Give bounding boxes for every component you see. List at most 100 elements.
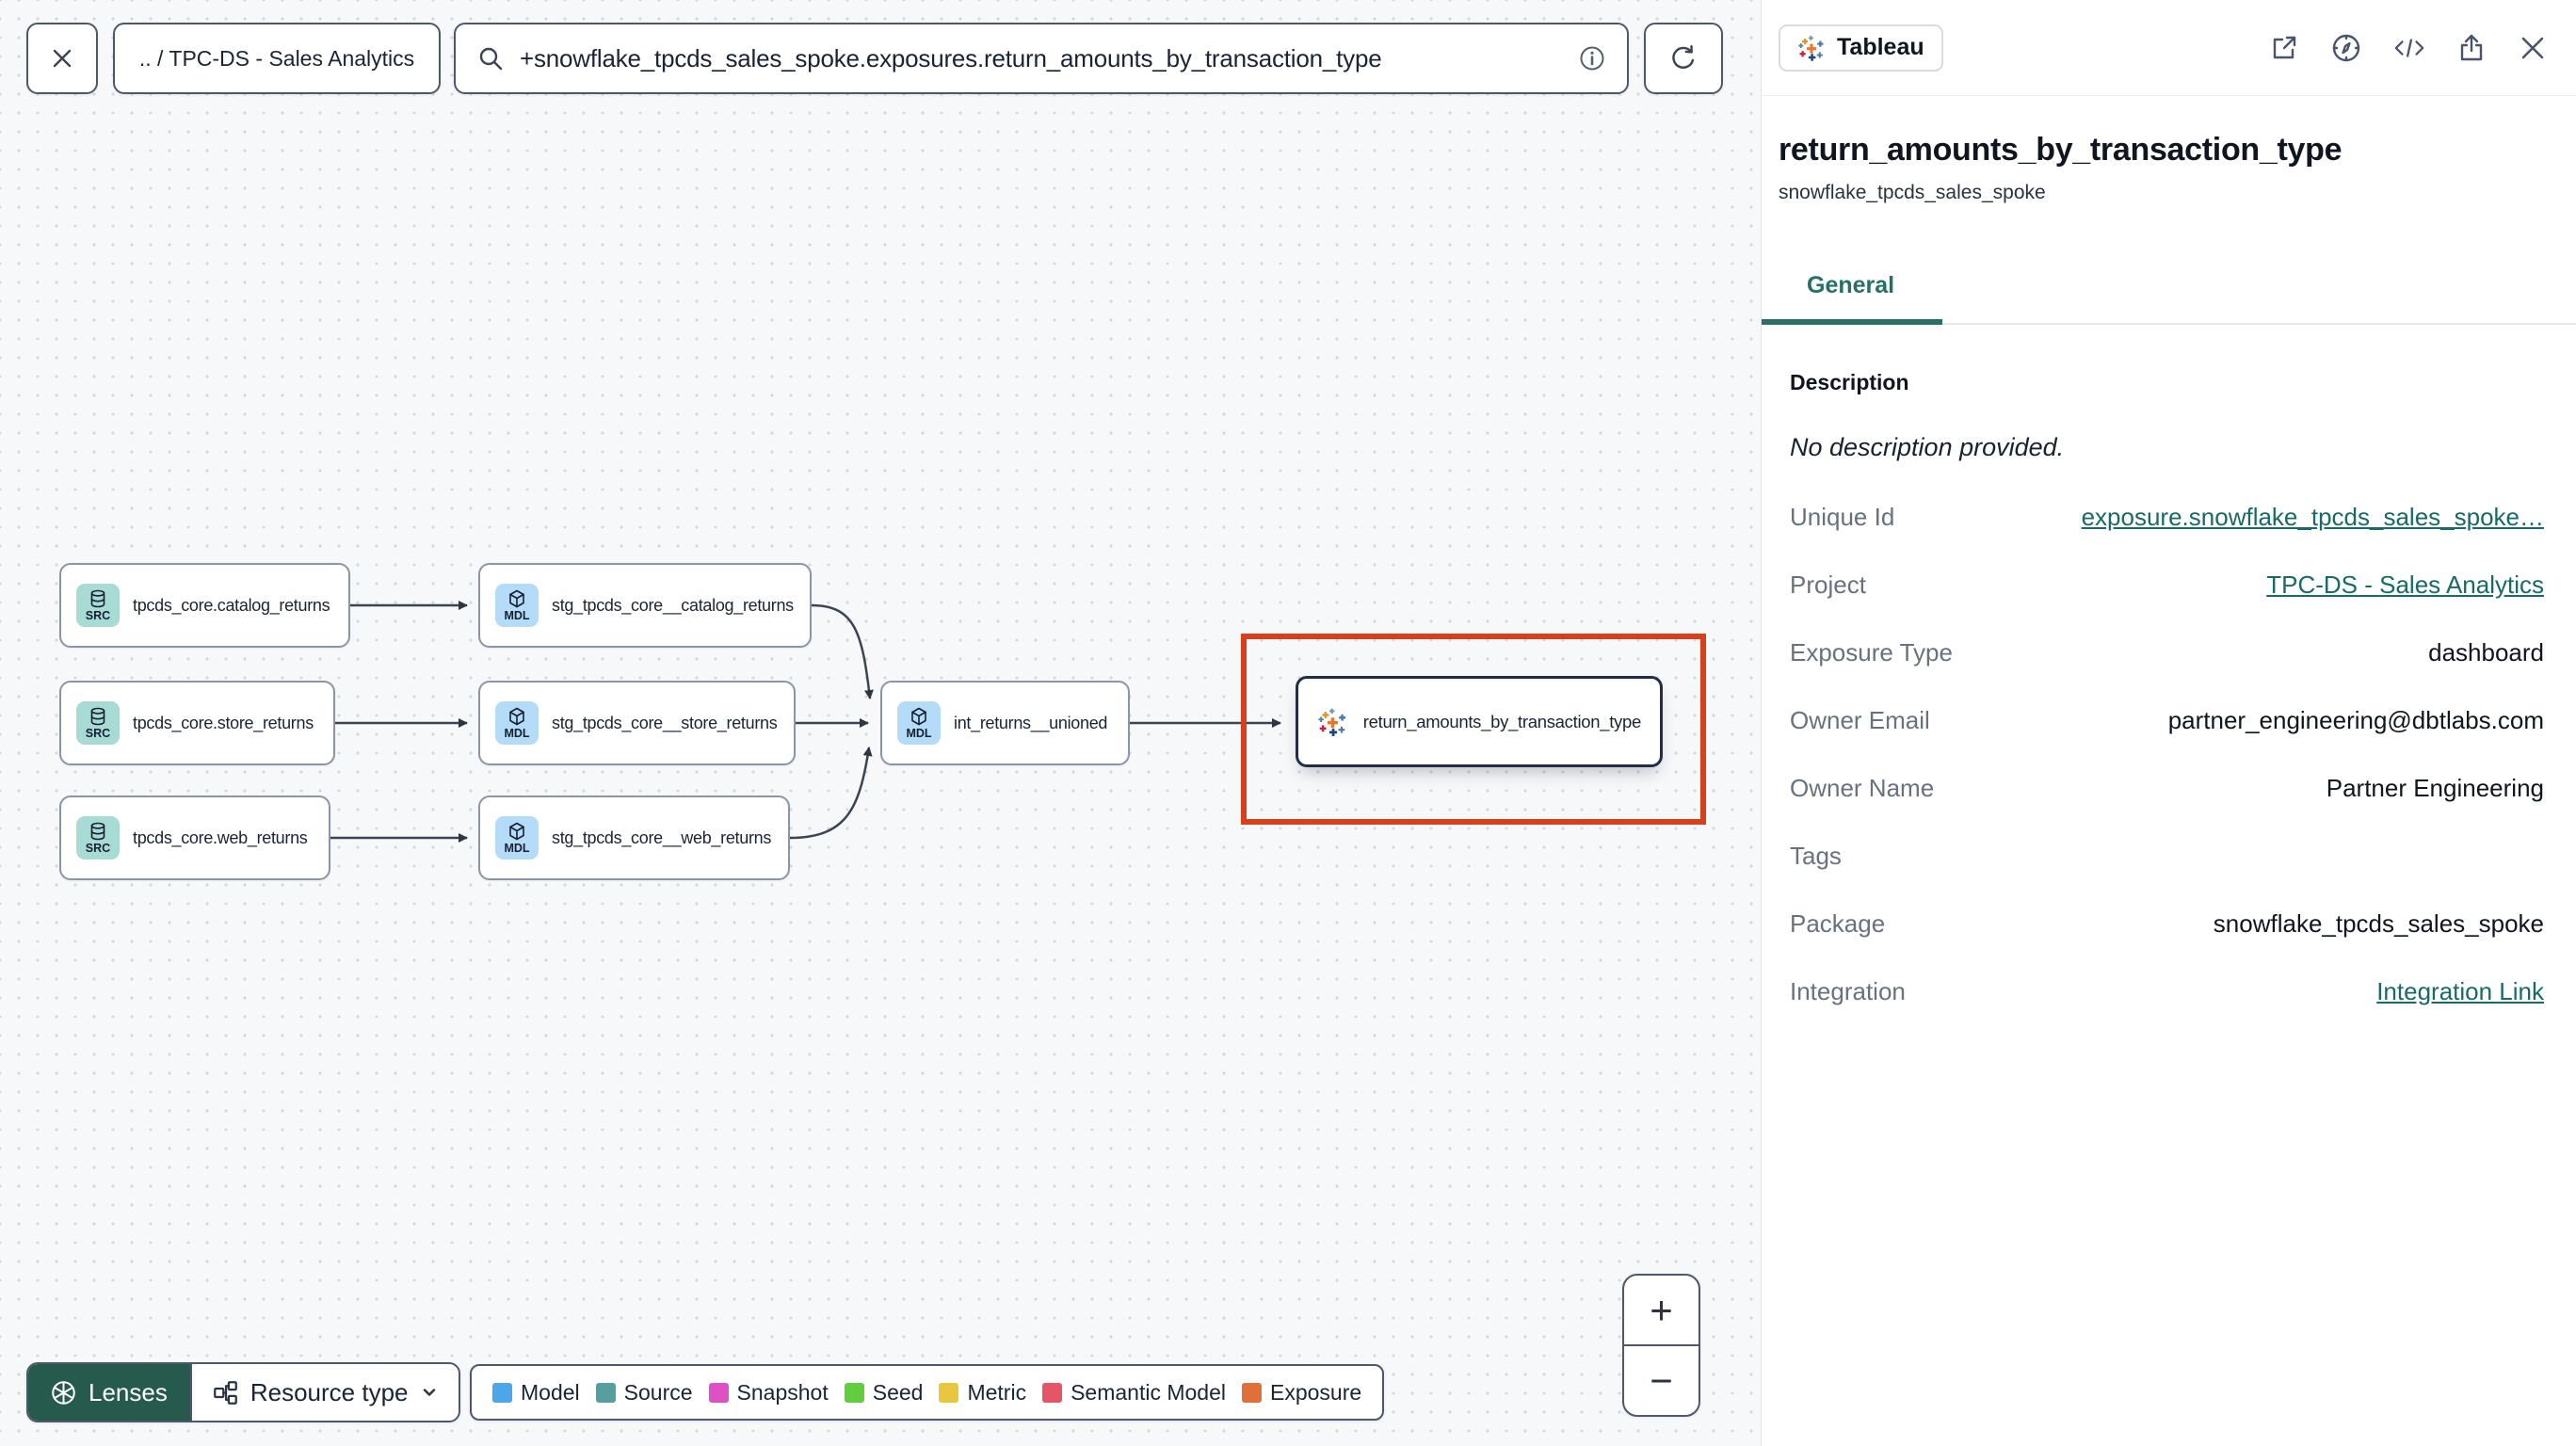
field-label: Exposure Type xyxy=(1790,637,1953,667)
badge-label: SRC xyxy=(85,726,111,740)
panel-body: Description No description provided. Uni… xyxy=(1762,370,2576,1025)
seed-swatch xyxy=(844,1382,864,1403)
legend-item-source: Source xyxy=(595,1380,693,1406)
breadcrumb[interactable]: .. / TPC-DS - Sales Analytics xyxy=(113,23,441,94)
description-empty-text: No description provided. xyxy=(1790,433,2065,461)
node-source-web-returns[interactable]: SRC tpcds_core.web_returns xyxy=(59,795,330,880)
external-link-icon xyxy=(2273,36,2296,58)
cube-icon xyxy=(911,707,926,725)
exposure-type-value: dashboard xyxy=(2428,637,2544,667)
info-icon[interactable] xyxy=(1578,44,1606,72)
chevron-down-icon xyxy=(423,1389,435,1396)
source-swatch xyxy=(595,1382,616,1403)
semantic-model-swatch xyxy=(1042,1382,1063,1403)
description-heading: Description xyxy=(1790,370,1909,394)
node-label: return_amounts_by_transaction_type xyxy=(1362,711,1642,731)
unique-id-link[interactable]: exposure.snowflake_tpcds_sales_spoke… xyxy=(2082,503,2544,532)
node-label: stg_tpcds_core__store_returns xyxy=(552,713,778,732)
tableau-badge[interactable]: Tableau xyxy=(1779,24,1943,72)
legend-label: Seed xyxy=(872,1379,924,1405)
field-label: Integration xyxy=(1790,976,1906,1005)
legend-label: Semantic Model xyxy=(1071,1379,1226,1405)
database-icon xyxy=(90,707,105,725)
project-link[interactable]: TPC-DS - Sales Analytics xyxy=(2266,570,2544,600)
badge-label: MDL xyxy=(504,608,530,622)
search-icon xyxy=(479,47,503,71)
close-icon xyxy=(53,49,72,68)
resource-type-dropdown[interactable]: Resource type xyxy=(189,1364,459,1421)
lenses-button[interactable]: Lenses xyxy=(28,1364,190,1421)
node-label: tpcds_core.catalog_returns xyxy=(133,595,330,615)
metric-swatch xyxy=(939,1382,959,1403)
zoom-out-button[interactable]: − xyxy=(1624,1344,1699,1415)
field-row-package: Package snowflake_tpcds_sales_spoke xyxy=(1790,890,2544,957)
legend-label: Model xyxy=(521,1379,580,1405)
node-exposure-return-amounts[interactable]: return_amounts_by_transaction_type xyxy=(1296,676,1663,767)
node-label: stg_tpcds_core__catalog_returns xyxy=(552,595,794,615)
node-int-returns-unioned[interactable]: MDL int_returns__unioned xyxy=(880,681,1130,765)
close-panel-button[interactable] xyxy=(2518,33,2548,63)
code-button[interactable] xyxy=(2393,34,2425,62)
node-source-store-returns[interactable]: SRC tpcds_core.store_returns xyxy=(59,681,335,765)
explore-button[interactable] xyxy=(2330,32,2362,64)
cube-icon xyxy=(509,589,524,607)
field-label: Unique Id xyxy=(1790,502,1895,531)
lineage-search-bar[interactable] xyxy=(454,23,1629,94)
open-external-link-button[interactable] xyxy=(2269,33,2299,63)
legend-item-seed: Seed xyxy=(844,1379,924,1406)
exposure-swatch xyxy=(1242,1382,1262,1403)
close-lineage-button[interactable] xyxy=(26,23,98,94)
field-row-owner-email: Owner Email partner_engineering@dbtlabs.… xyxy=(1790,686,2544,754)
refresh-lineage-button[interactable] xyxy=(1644,23,1723,94)
aperture-icon xyxy=(52,1380,75,1405)
legend-item-metric: Metric xyxy=(939,1380,1026,1406)
legend-label: Snapshot xyxy=(736,1379,829,1405)
source-badge: SRC xyxy=(76,816,120,860)
badge-label: SRC xyxy=(85,608,111,622)
owner-email-value: partner_engineering@dbtlabs.com xyxy=(2167,705,2544,734)
node-label: tpcds_core.web_returns xyxy=(133,827,308,847)
owner-name-value: Partner Engineering xyxy=(2326,773,2544,802)
lenses-resource-type-control: Lenses Resource type xyxy=(26,1362,460,1422)
node-stg-store-returns[interactable]: MDL stg_tpcds_core__store_returns xyxy=(478,681,796,765)
node-source-catalog-returns[interactable]: SRC tpcds_core.catalog_returns xyxy=(59,563,350,648)
node-label: tpcds_core.store_returns xyxy=(133,713,314,732)
field-row-unique-id: Unique Id exposure.snowflake_tpcds_sales… xyxy=(1790,483,2544,551)
field-row-project: Project TPC-DS - Sales Analytics xyxy=(1790,551,2544,619)
database-icon xyxy=(90,589,105,607)
resource-title: return_amounts_by_transaction_type xyxy=(1779,132,2343,168)
badge-label: MDL xyxy=(504,726,530,740)
legend-item-semantic-model: Semantic Model xyxy=(1042,1380,1226,1406)
breadcrumb-label: .. / TPC-DS - Sales Analytics xyxy=(138,45,415,71)
dbt-explorer-lineage-view: SRC tpcds_core.catalog_returns MDL stg_t… xyxy=(0,0,2576,1446)
search-input[interactable] xyxy=(520,43,1563,73)
database-icon xyxy=(90,822,105,840)
lineage-canvas[interactable]: SRC tpcds_core.catalog_returns MDL stg_t… xyxy=(0,0,1761,1446)
field-label: Project xyxy=(1790,570,1866,599)
close-icon xyxy=(2521,37,2544,58)
panel-tabs: General xyxy=(1762,265,2576,325)
node-label: int_returns__unioned xyxy=(954,713,1108,732)
snapshot-swatch xyxy=(708,1382,729,1403)
resource-type-icon xyxy=(213,1380,237,1405)
field-label: Tags xyxy=(1790,841,1842,870)
model-badge: MDL xyxy=(495,584,539,627)
refresh-icon xyxy=(1672,45,1695,69)
tableau-icon xyxy=(1318,708,1346,736)
share-button[interactable] xyxy=(2456,33,2487,63)
integration-link[interactable]: Integration Link xyxy=(2376,977,2544,1006)
legend-item-model: Model xyxy=(492,1380,580,1406)
node-stg-web-returns[interactable]: MDL stg_tpcds_core__web_returns xyxy=(478,795,790,880)
zoom-in-button[interactable]: + xyxy=(1624,1276,1699,1344)
field-row-exposure-type: Exposure Type dashboard xyxy=(1790,619,2544,686)
zoom-control: + − xyxy=(1622,1274,1700,1417)
cube-icon xyxy=(509,707,524,725)
code-icon xyxy=(2394,38,2424,57)
badge-label: MDL xyxy=(504,841,530,855)
tab-general[interactable]: General xyxy=(1807,272,1894,299)
legend-label: Exposure xyxy=(1270,1379,1362,1405)
node-stg-catalog-returns[interactable]: MDL stg_tpcds_core__catalog_returns xyxy=(478,563,812,648)
legend-item-exposure: Exposure xyxy=(1242,1380,1361,1406)
node-label: stg_tpcds_core__web_returns xyxy=(552,827,772,847)
field-label: Package xyxy=(1790,908,1886,938)
